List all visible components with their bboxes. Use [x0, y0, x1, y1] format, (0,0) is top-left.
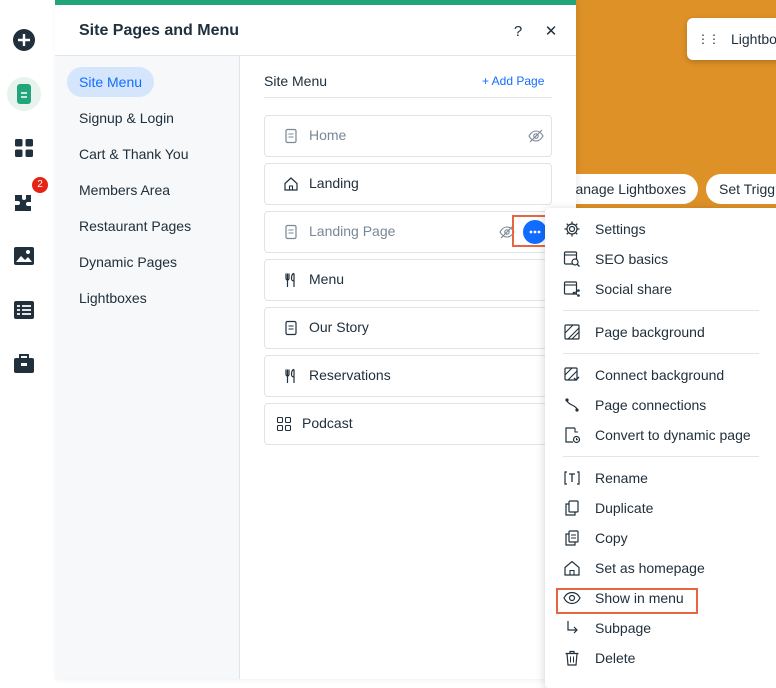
- menu-item-label: Duplicate: [595, 500, 654, 516]
- category-members-area[interactable]: Members Area: [67, 175, 182, 205]
- page-item-label: Landing: [309, 175, 359, 191]
- menu-item-duplicate[interactable]: Duplicate: [563, 497, 653, 519]
- pages-list-area: Site Menu + Add Page Home Landing Landin…: [240, 56, 576, 679]
- category-lightboxes[interactable]: Lightboxes: [67, 283, 159, 313]
- apps-grid-icon[interactable]: [7, 131, 41, 165]
- menu-item-label: Page connections: [595, 397, 707, 413]
- menu-item-subpage[interactable]: Subpage: [563, 617, 651, 639]
- seo-icon: [563, 251, 580, 267]
- home-icon: [284, 177, 298, 191]
- page-context-menu: Settings SEO basics Social share Page ba…: [545, 208, 776, 688]
- page-item-our-story[interactable]: Our Story: [264, 307, 552, 349]
- cms-table-icon[interactable]: [7, 293, 41, 327]
- duplicate-icon: [565, 500, 579, 516]
- rename-icon: [564, 471, 580, 485]
- page-item-reservations[interactable]: Reservations: [264, 355, 552, 397]
- menu-item-label: Subpage: [595, 620, 652, 636]
- editor-left-bar: 2: [0, 0, 56, 679]
- site-pages-panel: Site Pages and Menu ? ✕ Site Menu Signup…: [55, 0, 576, 679]
- page-item-label: Our Story: [309, 319, 369, 335]
- menu-item-page-background[interactable]: Page background: [563, 321, 705, 343]
- menu-item-delete[interactable]: Delete: [563, 647, 635, 669]
- dynamic-page-icon: [565, 427, 581, 444]
- page-item-label: Reservations: [309, 367, 391, 383]
- social-share-icon: [563, 281, 580, 297]
- page-icon: [285, 224, 297, 240]
- menu-item-set-homepage[interactable]: Set as homepage: [563, 557, 705, 579]
- more-actions-highlight: [512, 215, 547, 247]
- home-icon: [564, 560, 580, 576]
- add-page-button[interactable]: + Add Page: [482, 74, 544, 88]
- menu-item-label: Settings: [595, 221, 646, 237]
- menu-item-settings[interactable]: Settings: [563, 218, 646, 240]
- business-tools-icon[interactable]: [7, 347, 41, 381]
- help-button[interactable]: ?: [506, 19, 530, 43]
- background-icon: [564, 324, 580, 340]
- hidden-eye-icon[interactable]: [528, 128, 544, 144]
- page-icon: [285, 320, 297, 336]
- restaurant-icon: [285, 272, 295, 287]
- pages-section-title: Site Menu: [264, 73, 328, 89]
- page-item-home[interactable]: Home: [264, 115, 552, 157]
- menu-item-label: Delete: [595, 650, 636, 666]
- menu-item-label: Social share: [595, 281, 673, 297]
- menu-item-social-share[interactable]: Social share: [563, 278, 672, 300]
- menu-item-label: Page background: [595, 324, 705, 340]
- pages-menu-icon[interactable]: [7, 77, 41, 111]
- page-item-label: Landing Page: [309, 223, 396, 239]
- menu-divider: [563, 456, 759, 457]
- category-cart-thank-you[interactable]: Cart & Thank You: [67, 139, 200, 169]
- menu-item-label: Connect background: [595, 367, 725, 383]
- close-button[interactable]: ✕: [539, 19, 563, 43]
- notification-badge: 2: [32, 177, 48, 193]
- gear-icon: [564, 221, 580, 237]
- drag-handle-icon[interactable]: ⋮⋮: [697, 32, 720, 46]
- menu-item-label: Rename: [595, 470, 648, 486]
- connect-background-icon: [564, 367, 580, 381]
- connections-icon: [565, 398, 579, 412]
- category-signup-login[interactable]: Signup & Login: [67, 103, 186, 133]
- panel-header: Site Pages and Menu ? ✕: [55, 5, 576, 56]
- category-restaurant-pages[interactable]: Restaurant Pages: [67, 211, 203, 241]
- menu-item-label: Set as homepage: [595, 560, 705, 576]
- manage-lightboxes-label: Manage Lightboxes: [563, 181, 686, 197]
- show-in-menu-highlight: [556, 588, 698, 614]
- subpage-icon: [567, 621, 578, 634]
- media-icon[interactable]: [7, 239, 41, 273]
- menu-item-page-connections[interactable]: Page connections: [563, 394, 706, 416]
- page-item-label: Podcast: [302, 415, 353, 431]
- copy-icon: [565, 530, 579, 546]
- menu-item-rename[interactable]: Rename: [563, 467, 648, 489]
- category-dynamic-pages[interactable]: Dynamic Pages: [67, 247, 189, 277]
- trash-icon: [565, 650, 579, 666]
- menu-item-label: SEO basics: [595, 251, 669, 267]
- menu-item-label: Copy: [595, 530, 628, 546]
- divider: [264, 97, 552, 98]
- panel-title: Site Pages and Menu: [79, 22, 240, 39]
- add-elements-icon[interactable]: [7, 23, 41, 57]
- menu-item-seo-basics[interactable]: SEO basics: [563, 248, 668, 270]
- page-item-label: Menu: [309, 271, 345, 287]
- page-item-label: Home: [309, 127, 347, 143]
- page-item-landing-page[interactable]: Landing Page: [264, 211, 552, 253]
- menu-item-connect-background[interactable]: Connect background: [563, 364, 724, 386]
- lightbox-chip-label: Lightbo: [731, 31, 776, 47]
- page-icon: [285, 128, 297, 144]
- menu-divider: [563, 310, 759, 311]
- lightbox-chip[interactable]: ⋮⋮ Lightbo: [687, 18, 776, 60]
- page-item-landing[interactable]: Landing: [264, 163, 552, 205]
- menu-item-label: Convert to dynamic page: [595, 427, 751, 443]
- set-triggers-button[interactable]: Set Trigg: [706, 174, 776, 204]
- set-triggers-label: Set Trigg: [719, 181, 776, 197]
- page-item-podcast[interactable]: Podcast: [264, 403, 552, 445]
- menu-divider: [563, 353, 759, 354]
- apps-icon: [276, 416, 292, 432]
- menu-item-convert-dynamic[interactable]: Convert to dynamic page: [563, 424, 751, 446]
- menu-item-copy[interactable]: Copy: [563, 527, 628, 549]
- page-item-menu[interactable]: Menu: [264, 259, 552, 301]
- page-categories: Site Menu Signup & Login Cart & Thank Yo…: [55, 56, 240, 679]
- restaurant-icon: [285, 368, 295, 383]
- category-site-menu[interactable]: Site Menu: [67, 67, 155, 97]
